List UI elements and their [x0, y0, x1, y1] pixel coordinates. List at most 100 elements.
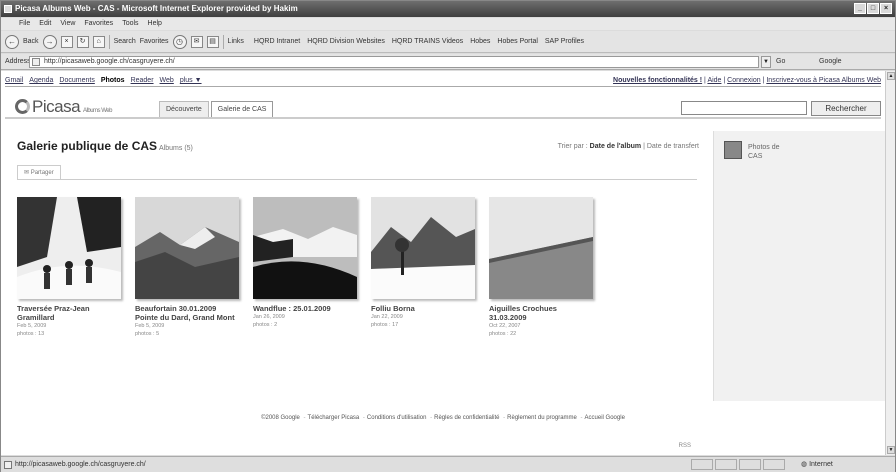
album-thumbnail[interactable]	[489, 197, 593, 299]
album-title[interactable]: Wandflue : 25.01.2009	[253, 304, 357, 313]
album-card[interactable]: Folliu Borna Jan 22, 2009 photos : 17	[371, 197, 475, 329]
browser-window: Picasa Albums Web - CAS - Microsoft Inte…	[0, 0, 896, 472]
album-card[interactable]: Traversée Praz-Jean Gramillard Feb 5, 20…	[17, 197, 121, 338]
sort-by-upload-date[interactable]: Date de transfert	[647, 143, 699, 150]
tab-cas-gallery[interactable]: Galerie de CAS	[210, 101, 274, 117]
gbar-gmail[interactable]: Gmail	[5, 75, 23, 87]
google-bar-account: Nouvelles fonctionnalités ! | Aide | Con…	[613, 77, 881, 84]
album-title[interactable]: Beaufortain 30.01.2009 Pointe du Dard, G…	[135, 304, 239, 322]
footer-link[interactable]: Accueil Google	[585, 415, 625, 421]
sort-label: Trier par :	[557, 143, 588, 150]
avatar[interactable]	[724, 141, 742, 159]
share-tab[interactable]: ✉ Partager	[17, 165, 61, 179]
browser-toolbar: ← Back → × ↻ ⌂ Search Favorites ◷ ✉ ▤ Li…	[1, 31, 895, 53]
menu-help[interactable]: Help	[148, 18, 162, 30]
album-thumbnail[interactable]	[135, 197, 239, 299]
picasa-logo[interactable]: Picasa Albums Web	[15, 97, 112, 117]
back-label[interactable]: Back	[23, 38, 39, 45]
title-bar: Picasa Albums Web - CAS - Microsoft Inte…	[1, 1, 895, 17]
album-thumbnail[interactable]	[371, 197, 475, 299]
stop-icon[interactable]: ×	[60, 35, 73, 48]
link-item[interactable]: Hobes Portal	[497, 38, 537, 45]
rss-link[interactable]: RSS	[679, 443, 691, 449]
maximize-button[interactable]: □	[867, 3, 879, 14]
search-input[interactable]	[681, 101, 807, 115]
footer-link[interactable]: Règlement du programme	[507, 415, 577, 421]
album-photo-count: photos : 2	[253, 322, 278, 328]
link-item[interactable]: HQRD TRAINS Videos	[392, 38, 463, 45]
albums-count: Albums (5)	[159, 145, 193, 152]
address-input[interactable]: http://picasaweb.google.ch/casgruyere.ch…	[29, 56, 759, 68]
footer-link[interactable]: Règles de confidentialité	[434, 415, 499, 421]
toolbar-separator	[222, 34, 224, 49]
status-panel	[763, 459, 785, 470]
history-icon[interactable]: ◷	[172, 34, 187, 49]
toolbar-separator	[108, 34, 110, 49]
footer-link[interactable]: Conditions d'utilisation	[367, 415, 427, 421]
album-photo-count: photos : 17	[371, 322, 399, 328]
picasa-logo-icon	[15, 99, 30, 114]
status-panel	[691, 459, 713, 470]
address-dropdown-icon[interactable]: ▼	[761, 56, 771, 68]
album-card[interactable]: Beaufortain 30.01.2009 Pointe du Dard, G…	[135, 197, 239, 338]
globe-icon: ◍	[801, 461, 810, 468]
gbar-documents[interactable]: Documents	[59, 75, 94, 87]
new-features-link[interactable]: Nouvelles fonctionnalités !	[613, 77, 702, 84]
album-title[interactable]: Traversée Praz-Jean Gramillard	[17, 304, 121, 322]
link-item[interactable]: SAP Profiles	[545, 38, 584, 45]
signup-link[interactable]: Inscrivez-vous à Picasa Albums Web	[766, 77, 881, 84]
gbar-reader[interactable]: Reader	[131, 75, 154, 87]
signin-link[interactable]: Connexion	[727, 77, 760, 84]
page-scrollbar[interactable]: ▲ ▼	[885, 71, 895, 455]
gbar-web[interactable]: Web	[160, 75, 174, 87]
gallery-divider	[17, 179, 697, 180]
forward-arrow-icon[interactable]: →	[42, 34, 57, 49]
album-thumbnail[interactable]	[17, 197, 121, 299]
home-icon[interactable]: ⌂	[92, 35, 105, 48]
go-button[interactable]: Go	[776, 54, 785, 70]
menu-edit[interactable]: Edit	[39, 18, 51, 30]
refresh-icon[interactable]: ↻	[76, 35, 89, 48]
security-zone: ◍ Internet	[801, 461, 833, 468]
menu-view[interactable]: View	[60, 18, 75, 30]
back-arrow-icon[interactable]: ←	[5, 34, 19, 49]
menu-file[interactable]: File	[19, 18, 30, 30]
favorites-toolbar-button[interactable]: Favorites	[140, 38, 169, 45]
mail-icon[interactable]: ✉	[190, 35, 203, 48]
status-panels	[691, 459, 785, 470]
google-bar-links: Gmail Agenda Documents Photos Reader Web…	[5, 75, 202, 87]
link-item[interactable]: HQRD Division Websites	[307, 38, 385, 45]
link-item[interactable]: Hobes	[470, 38, 490, 45]
scroll-up-icon[interactable]: ▲	[887, 72, 895, 80]
gbar-agenda[interactable]: Agenda	[29, 75, 53, 87]
logo-subtitle: Albums Web	[83, 108, 112, 114]
album-card[interactable]: Aiguilles Crochues 31.03.2009 Oct 22, 20…	[489, 197, 593, 338]
album-date: Jan 22, 2009	[371, 314, 403, 320]
search-toolbar-button[interactable]: Search	[114, 38, 136, 45]
tab-discover[interactable]: Découverte	[159, 101, 209, 117]
minimize-button[interactable]: _	[854, 3, 866, 14]
help-link[interactable]: Aide	[707, 77, 721, 84]
album-photo-count: photos : 22	[489, 331, 517, 337]
menu-favorites[interactable]: Favorites	[84, 18, 113, 30]
sort-by-album-date[interactable]: Date de l'album	[590, 143, 641, 150]
window-title: Picasa Albums Web - CAS - Microsoft Inte…	[15, 4, 298, 13]
gbar-photos[interactable]: Photos	[101, 75, 125, 87]
album-date: Feb 5, 2009	[135, 323, 165, 329]
gbar-more[interactable]: plus ▼	[180, 75, 202, 87]
menu-tools[interactable]: Tools	[122, 18, 138, 30]
menu-bar: File Edit View Favorites Tools Help	[1, 18, 895, 30]
google-toolbar-button[interactable]: Google	[819, 54, 842, 70]
print-icon[interactable]: ▤	[206, 35, 219, 48]
album-photo-count: photos : 13	[17, 331, 45, 337]
album-title[interactable]: Folliu Borna	[371, 304, 475, 313]
album-card[interactable]: Wandflue : 25.01.2009 Jan 26, 2009 photo…	[253, 197, 357, 329]
album-thumbnail[interactable]	[253, 197, 357, 299]
scroll-down-icon[interactable]: ▼	[887, 446, 895, 454]
album-title[interactable]: Aiguilles Crochues 31.03.2009	[489, 304, 593, 322]
search-button[interactable]: Rechercher	[811, 101, 881, 116]
footer-link[interactable]: Télécharger Picasa	[308, 415, 360, 421]
link-item[interactable]: HQRD Intranet	[254, 38, 300, 45]
close-button[interactable]: ×	[880, 3, 892, 14]
user-name[interactable]: Photos de CAS	[748, 143, 788, 161]
